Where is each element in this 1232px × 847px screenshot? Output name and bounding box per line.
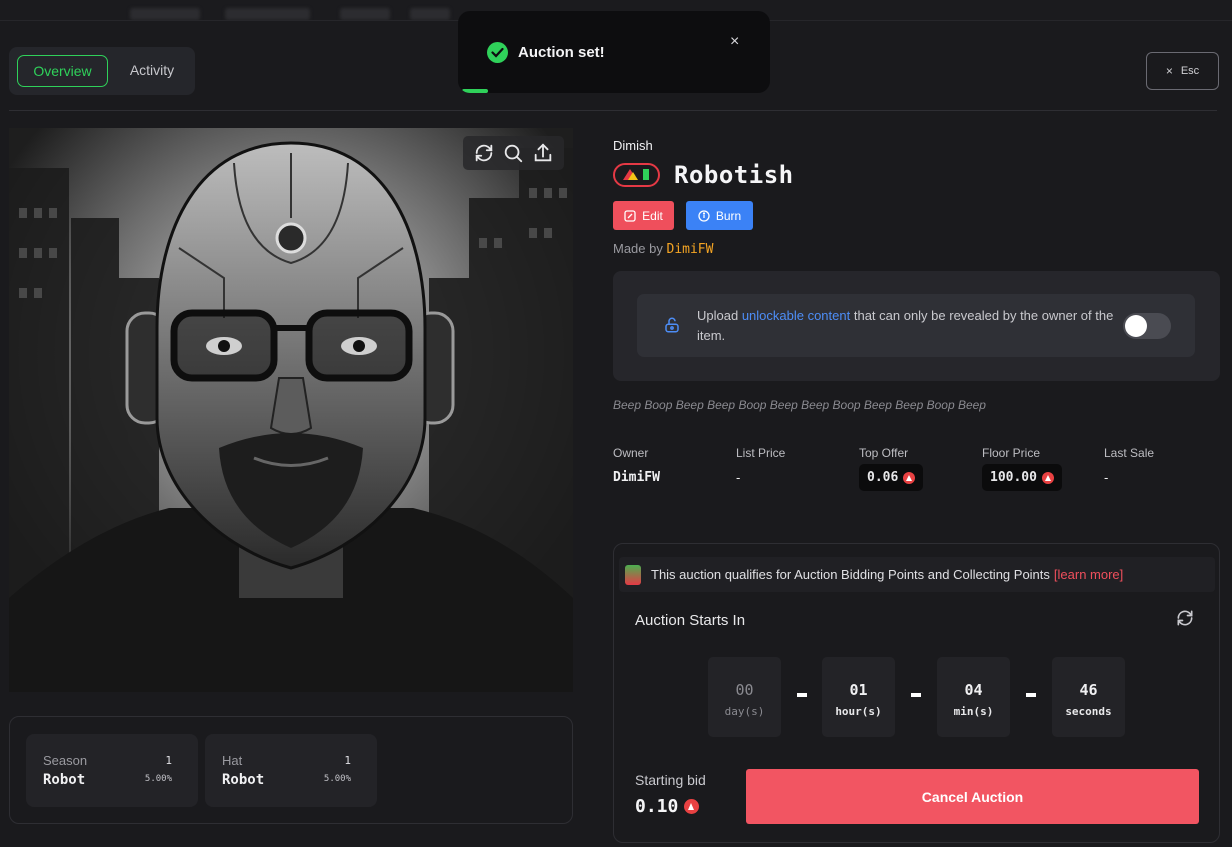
unlockable-toggle[interactable] [1123, 313, 1171, 339]
top-offer-value: 0.06 [867, 470, 899, 485]
list-price-value: - [736, 470, 741, 485]
last-sale-value: - [1104, 470, 1109, 485]
traits-panel: Season Robot 1 5.00% Hat Robot 1 5.00% [9, 716, 573, 824]
header-divider [9, 110, 1217, 111]
info-icon [698, 209, 710, 222]
item-modal: Overview Activity × Esc Season Robot 1 5… [0, 11, 1232, 847]
check-circle-icon [487, 42, 508, 63]
stat-label: Top Offer [859, 446, 909, 460]
burn-label: Burn [715, 208, 742, 223]
edit-icon [624, 209, 636, 222]
nft-artwork [9, 128, 573, 692]
learn-more-link[interactable]: [learn more] [1054, 567, 1123, 582]
countdown-hours: 01 hour(s) [822, 657, 895, 737]
cancel-auction-button[interactable]: Cancel Auction [746, 769, 1199, 824]
close-modal-button[interactable]: × Esc [1146, 52, 1219, 90]
toast-close-icon[interactable]: × [730, 33, 739, 51]
avax-icon [1041, 471, 1054, 484]
toast-message: Auction set! [518, 44, 605, 61]
artwork-toolbar [463, 136, 564, 170]
countdown-value: 46 [1079, 681, 1098, 699]
stat-top-offer: Top Offer 0.06 [859, 446, 924, 491]
trait-value: Robot [43, 772, 86, 788]
countdown-days: 00 day(s) [708, 657, 781, 737]
countdown-separator [797, 693, 807, 697]
trait-count: 1 [165, 754, 172, 767]
countdown-unit: day(s) [724, 705, 765, 718]
edit-button[interactable]: Edit [613, 201, 674, 230]
unlockable-row: Upload unlockable content that can only … [637, 294, 1195, 357]
countdown-unit: hour(s) [835, 705, 882, 718]
creator-link[interactable]: DimiFW [667, 242, 714, 257]
trait-value: Robot [222, 772, 265, 788]
trait-name: Season [43, 753, 88, 768]
starting-bid-value: 0.10 [635, 796, 679, 817]
collection-name[interactable]: Dimish [613, 138, 653, 153]
zoom-search-icon[interactable] [502, 142, 524, 164]
trait-name: Hat [222, 753, 243, 768]
made-by-prefix: Made by [613, 241, 663, 256]
made-by: Made by DimiFW [613, 241, 713, 257]
trait-percent: 5.00% [144, 774, 172, 784]
stat-label: List Price [736, 446, 786, 460]
trait-count: 1 [344, 754, 351, 767]
refresh-icon[interactable] [473, 142, 495, 164]
countdown-value: 00 [735, 681, 754, 699]
trait-percent: 5.00% [323, 774, 351, 784]
tab-overview[interactable]: Overview [17, 55, 108, 87]
edit-label: Edit [642, 208, 663, 223]
chain-logo-icon [613, 163, 660, 187]
share-icon[interactable] [532, 142, 554, 164]
countdown-value: 04 [964, 681, 983, 699]
floor-price-pill: 100.00 [982, 464, 1062, 491]
starting-bid: 0.10 [635, 796, 700, 817]
lock-icon [665, 317, 679, 333]
trait-card[interactable]: Season Robot 1 5.00% [26, 734, 198, 807]
unlockable-text-pre: Upload [697, 308, 742, 323]
toast-notification: Auction set! × [458, 11, 770, 93]
countdown-unit: seconds [1065, 705, 1112, 718]
stat-label: Owner [613, 446, 649, 460]
stat-label: Last Sale [1104, 446, 1155, 460]
tab-activity[interactable]: Activity [115, 55, 189, 87]
countdown-separator [911, 693, 921, 697]
countdown-value: 01 [849, 681, 868, 699]
stat-owner: Owner DimiFW [613, 446, 660, 485]
countdown-minutes: 04 min(s) [937, 657, 1010, 737]
points-icon [625, 564, 641, 585]
stat-last-sale: Last Sale - [1104, 446, 1154, 485]
toggle-knob [1125, 315, 1147, 337]
avax-icon [903, 471, 916, 484]
countdown-seconds: 46 seconds [1052, 657, 1125, 737]
auction-starts-label: Auction Starts In [635, 612, 746, 629]
top-offer-pill: 0.06 [859, 464, 924, 491]
esc-label: Esc [1180, 65, 1200, 77]
refresh-icon[interactable] [1175, 608, 1195, 628]
title-row: Robotish [613, 161, 794, 189]
points-banner: This auction qualifies for Auction Biddi… [619, 557, 1215, 592]
unlockable-description: Upload unlockable content that can only … [697, 306, 1117, 346]
unlockable-content-link[interactable]: unlockable content [742, 308, 850, 323]
toast-progress [462, 89, 488, 93]
stat-floor-price: Floor Price 100.00 [982, 446, 1062, 491]
trait-card[interactable]: Hat Robot 1 5.00% [205, 734, 377, 807]
stat-label: Floor Price [982, 446, 1041, 460]
owner-value[interactable]: DimiFW [613, 470, 660, 485]
countdown-separator [1026, 693, 1036, 697]
points-banner-text: This auction qualifies for Auction Biddi… [651, 567, 1050, 582]
avax-icon [684, 799, 700, 814]
starting-bid-label: Starting bid [635, 772, 706, 788]
auction-panel: This auction qualifies for Auction Biddi… [613, 543, 1220, 843]
unlockable-panel: Upload unlockable content that can only … [613, 271, 1220, 381]
close-icon: × [1165, 64, 1173, 78]
countdown-unit: min(s) [953, 705, 994, 718]
view-tabs: Overview Activity [9, 47, 195, 95]
robot-portrait-image [9, 128, 573, 692]
floor-price-value: 100.00 [990, 470, 1037, 485]
burn-button[interactable]: Burn [686, 201, 753, 230]
item-description: Beep Boop Beep Beep Boop Beep Beep Boop … [613, 398, 986, 412]
stat-list-price: List Price - [736, 446, 785, 485]
item-title: Robotish [674, 161, 794, 189]
